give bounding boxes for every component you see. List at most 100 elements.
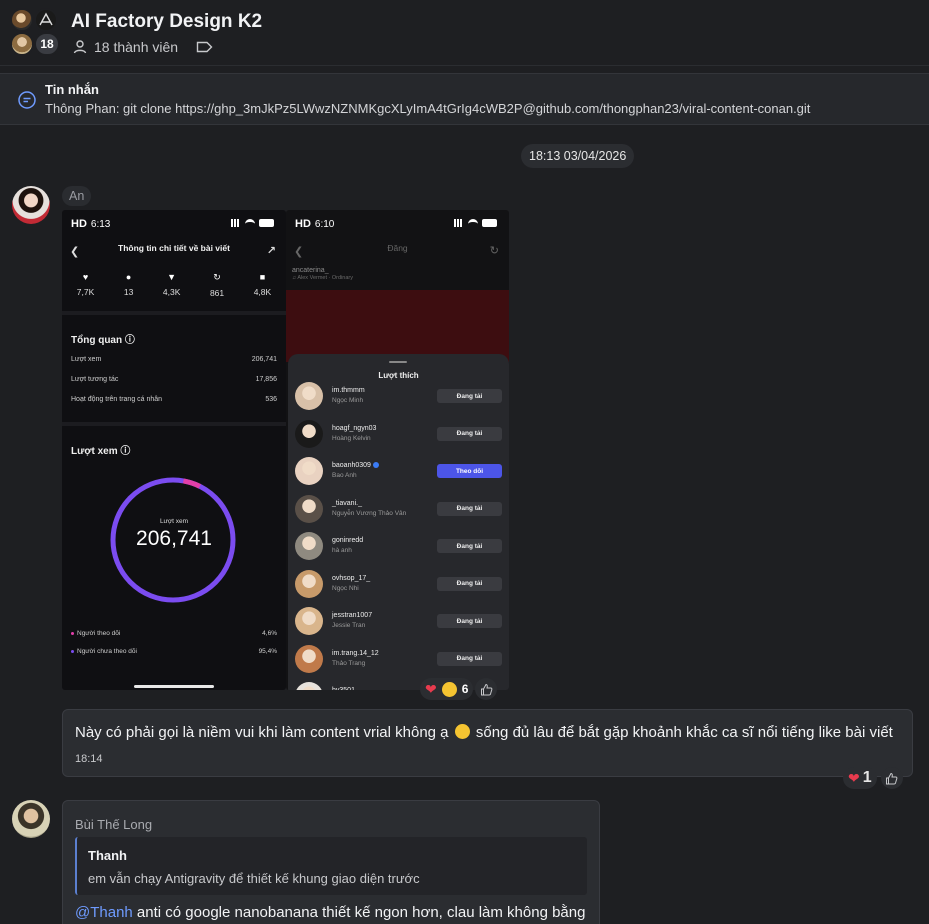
heart-icon: ♥: [82, 272, 89, 282]
home-indicator: [134, 685, 214, 688]
follow-button: Theo dõi: [437, 464, 502, 478]
reaction-count: 6: [461, 682, 469, 696]
message-text: @Thanh anti có google nanobanana thiết k…: [75, 904, 586, 921]
divider: [62, 422, 286, 426]
like-list-item: ovhsop_17_ Ngọc Nhi Đang tải: [295, 569, 505, 602]
like-list-item: goninredd hà anh Đang tải: [295, 532, 505, 564]
avatar: [295, 682, 323, 690]
sender-name[interactable]: An: [62, 186, 92, 206]
message-icon: [18, 91, 36, 109]
stats-row: ♥ 7,7K ● 13 ▼ 4,3K ↻ 861 ■ 4,8K: [62, 272, 286, 306]
member-avatar: [34, 8, 58, 32]
tag-icon[interactable]: [196, 41, 213, 53]
like-list-item: hoagf_ngyn03 Hoàng Kelvin Đang tải: [295, 419, 505, 452]
loading-button: Đang tải: [437, 576, 502, 591]
message-time: 18:14: [75, 753, 103, 765]
message-reactions[interactable]: ❤ 1: [843, 767, 903, 789]
thumbs-up-icon[interactable]: [475, 678, 498, 700]
refresh-icon: ↻: [489, 245, 499, 257]
avatar: [295, 532, 323, 560]
like-list-item: im.trang.14_12 Thảo Trang Đang tải: [295, 644, 505, 677]
poster-info: ancaterina_ ♫ Alex Vermet · Ordinary: [292, 267, 353, 281]
stat-item: ● 13: [123, 272, 134, 297]
pinned-title: Tin nhắn: [45, 82, 99, 97]
date-separator: 18:13 03/04/2026: [521, 144, 635, 168]
status-bar: HD 6:13: [71, 218, 111, 230]
group-title[interactable]: AI Factory Design K2: [71, 11, 262, 33]
legend-row: Người theo dõi 4,6%: [71, 630, 277, 637]
avatar: [295, 382, 323, 410]
quoted-message[interactable]: Thanh em vẫn chạy Antigravity để thiết k…: [75, 837, 587, 895]
comment-icon: ●: [125, 272, 132, 282]
likes-sheet: Lượt thích im.thmmm Ngọc Minh Đang tải hoag…: [288, 354, 509, 690]
status-icons: [454, 219, 497, 227]
overview-row: Hoạt động trên trang cá nhân 536: [71, 396, 277, 403]
like-list-item: _tiavani._ Nguyễn Vương Thảo Vân Đang tải: [295, 494, 505, 527]
overview-row: Lượt xem 206,741: [71, 356, 277, 363]
sheet-handle: [389, 361, 407, 363]
member-count-badge: 18: [34, 32, 60, 56]
divider: [62, 311, 286, 315]
sender-name[interactable]: Bùi Thế Long: [75, 817, 152, 832]
stat-item: ▼ 4,3K: [162, 272, 181, 297]
avatar: [295, 607, 323, 635]
nav-title: Đăng: [387, 243, 408, 253]
loading-button: Đang tải: [437, 501, 502, 516]
like-list-item: baoanh0309 Bao Anh Theo dõi: [295, 457, 505, 489]
video-preview: [286, 290, 509, 362]
members-label: 18 thành viên: [94, 39, 179, 55]
insights-nav: ❮ Thông tin chi tiết về bài viết ↗: [62, 243, 286, 263]
legend-row: Người chưa theo dõi 95,4%: [71, 648, 277, 655]
loading-button: Đang tải: [437, 426, 502, 441]
insights-screenshot[interactable]: HD 6:13 ❮ Thông tin chi tiết về bài viết …: [62, 210, 286, 690]
bookmark-icon: ■: [259, 272, 266, 282]
avatar: [295, 569, 323, 598]
sender-avatar[interactable]: [12, 800, 50, 838]
likes-screenshot[interactable]: HD 6:10 ❮ Đăng ↻ ancaterina_ ♫ Alex Verme…: [286, 210, 509, 690]
trend-icon: ↗: [266, 245, 276, 257]
loading-button: Đang tải: [437, 539, 502, 553]
laugh-emoji-icon: [454, 724, 470, 739]
like-list-item: jesstran1007 Jessie Tran Đang tải: [295, 607, 505, 639]
mention-link[interactable]: @Thanh: [75, 904, 133, 921]
views-title: Lượt xem ⓘ: [71, 446, 131, 457]
quote-text: em vẫn chạy Antigravity để thiết kế khun…: [88, 871, 420, 886]
share-icon: ▼: [167, 272, 177, 282]
reaction-summary[interactable]: ❤ 6: [420, 678, 474, 700]
post-nav: ❮ Đăng ↻: [286, 243, 509, 258]
verified-icon: [372, 462, 379, 469]
loading-button: Đang tải: [437, 651, 502, 666]
back-icon: ❮: [294, 246, 304, 258]
message-text: Này có phải gọi là niềm vui khi làm cont…: [75, 724, 893, 741]
group-avatar[interactable]: 18: [10, 8, 62, 58]
heart-icon: ❤: [425, 681, 437, 697]
avatar: [295, 494, 323, 523]
members-info[interactable]: 18 thành viên: [72, 39, 213, 55]
back-icon: ❮: [70, 246, 80, 258]
avatar: [295, 644, 323, 673]
pinned-text: Thông Phan: git clone https://ghp_3mJkPz…: [45, 101, 811, 116]
sender-avatar[interactable]: [12, 186, 50, 224]
ring-label: Lượt xem: [159, 518, 189, 525]
member-avatar: [10, 32, 34, 56]
message-bubble[interactable]: Bùi Thế Long Thanh em vẫn chạy Antigravi…: [62, 800, 600, 924]
message-bubble[interactable]: Này có phải gọi là niềm vui khi làm cont…: [62, 709, 913, 777]
reaction-summary[interactable]: ❤ 1: [843, 767, 877, 789]
stat-item: ♥ 7,7K: [76, 272, 95, 297]
quote-author: Thanh: [88, 848, 127, 863]
reaction-count: 1: [862, 769, 872, 786]
nav-title: Thông tin chi tiết về bài viết: [118, 243, 230, 253]
status-icons: [231, 219, 274, 227]
ring-value: 206,741: [136, 527, 212, 550]
like-list-item: im.thmmm Ngọc Minh Đang tải: [295, 382, 505, 414]
stat-item: ↻ 861: [209, 272, 225, 298]
loading-button: Đang tải: [437, 614, 502, 628]
chat-header: 18 AI Factory Design K2 18 thành viên: [0, 0, 929, 66]
avatar: [295, 457, 323, 485]
avatar: [295, 419, 323, 448]
image-reactions[interactable]: ❤ 6: [420, 678, 498, 700]
thumbs-up-icon[interactable]: [880, 767, 903, 789]
laugh-emoji-icon: [441, 681, 457, 697]
pinned-message-bar[interactable]: Tin nhắn Thông Phan: git clone https://g…: [0, 73, 929, 125]
sheet-title: Lượt thích: [378, 371, 419, 380]
